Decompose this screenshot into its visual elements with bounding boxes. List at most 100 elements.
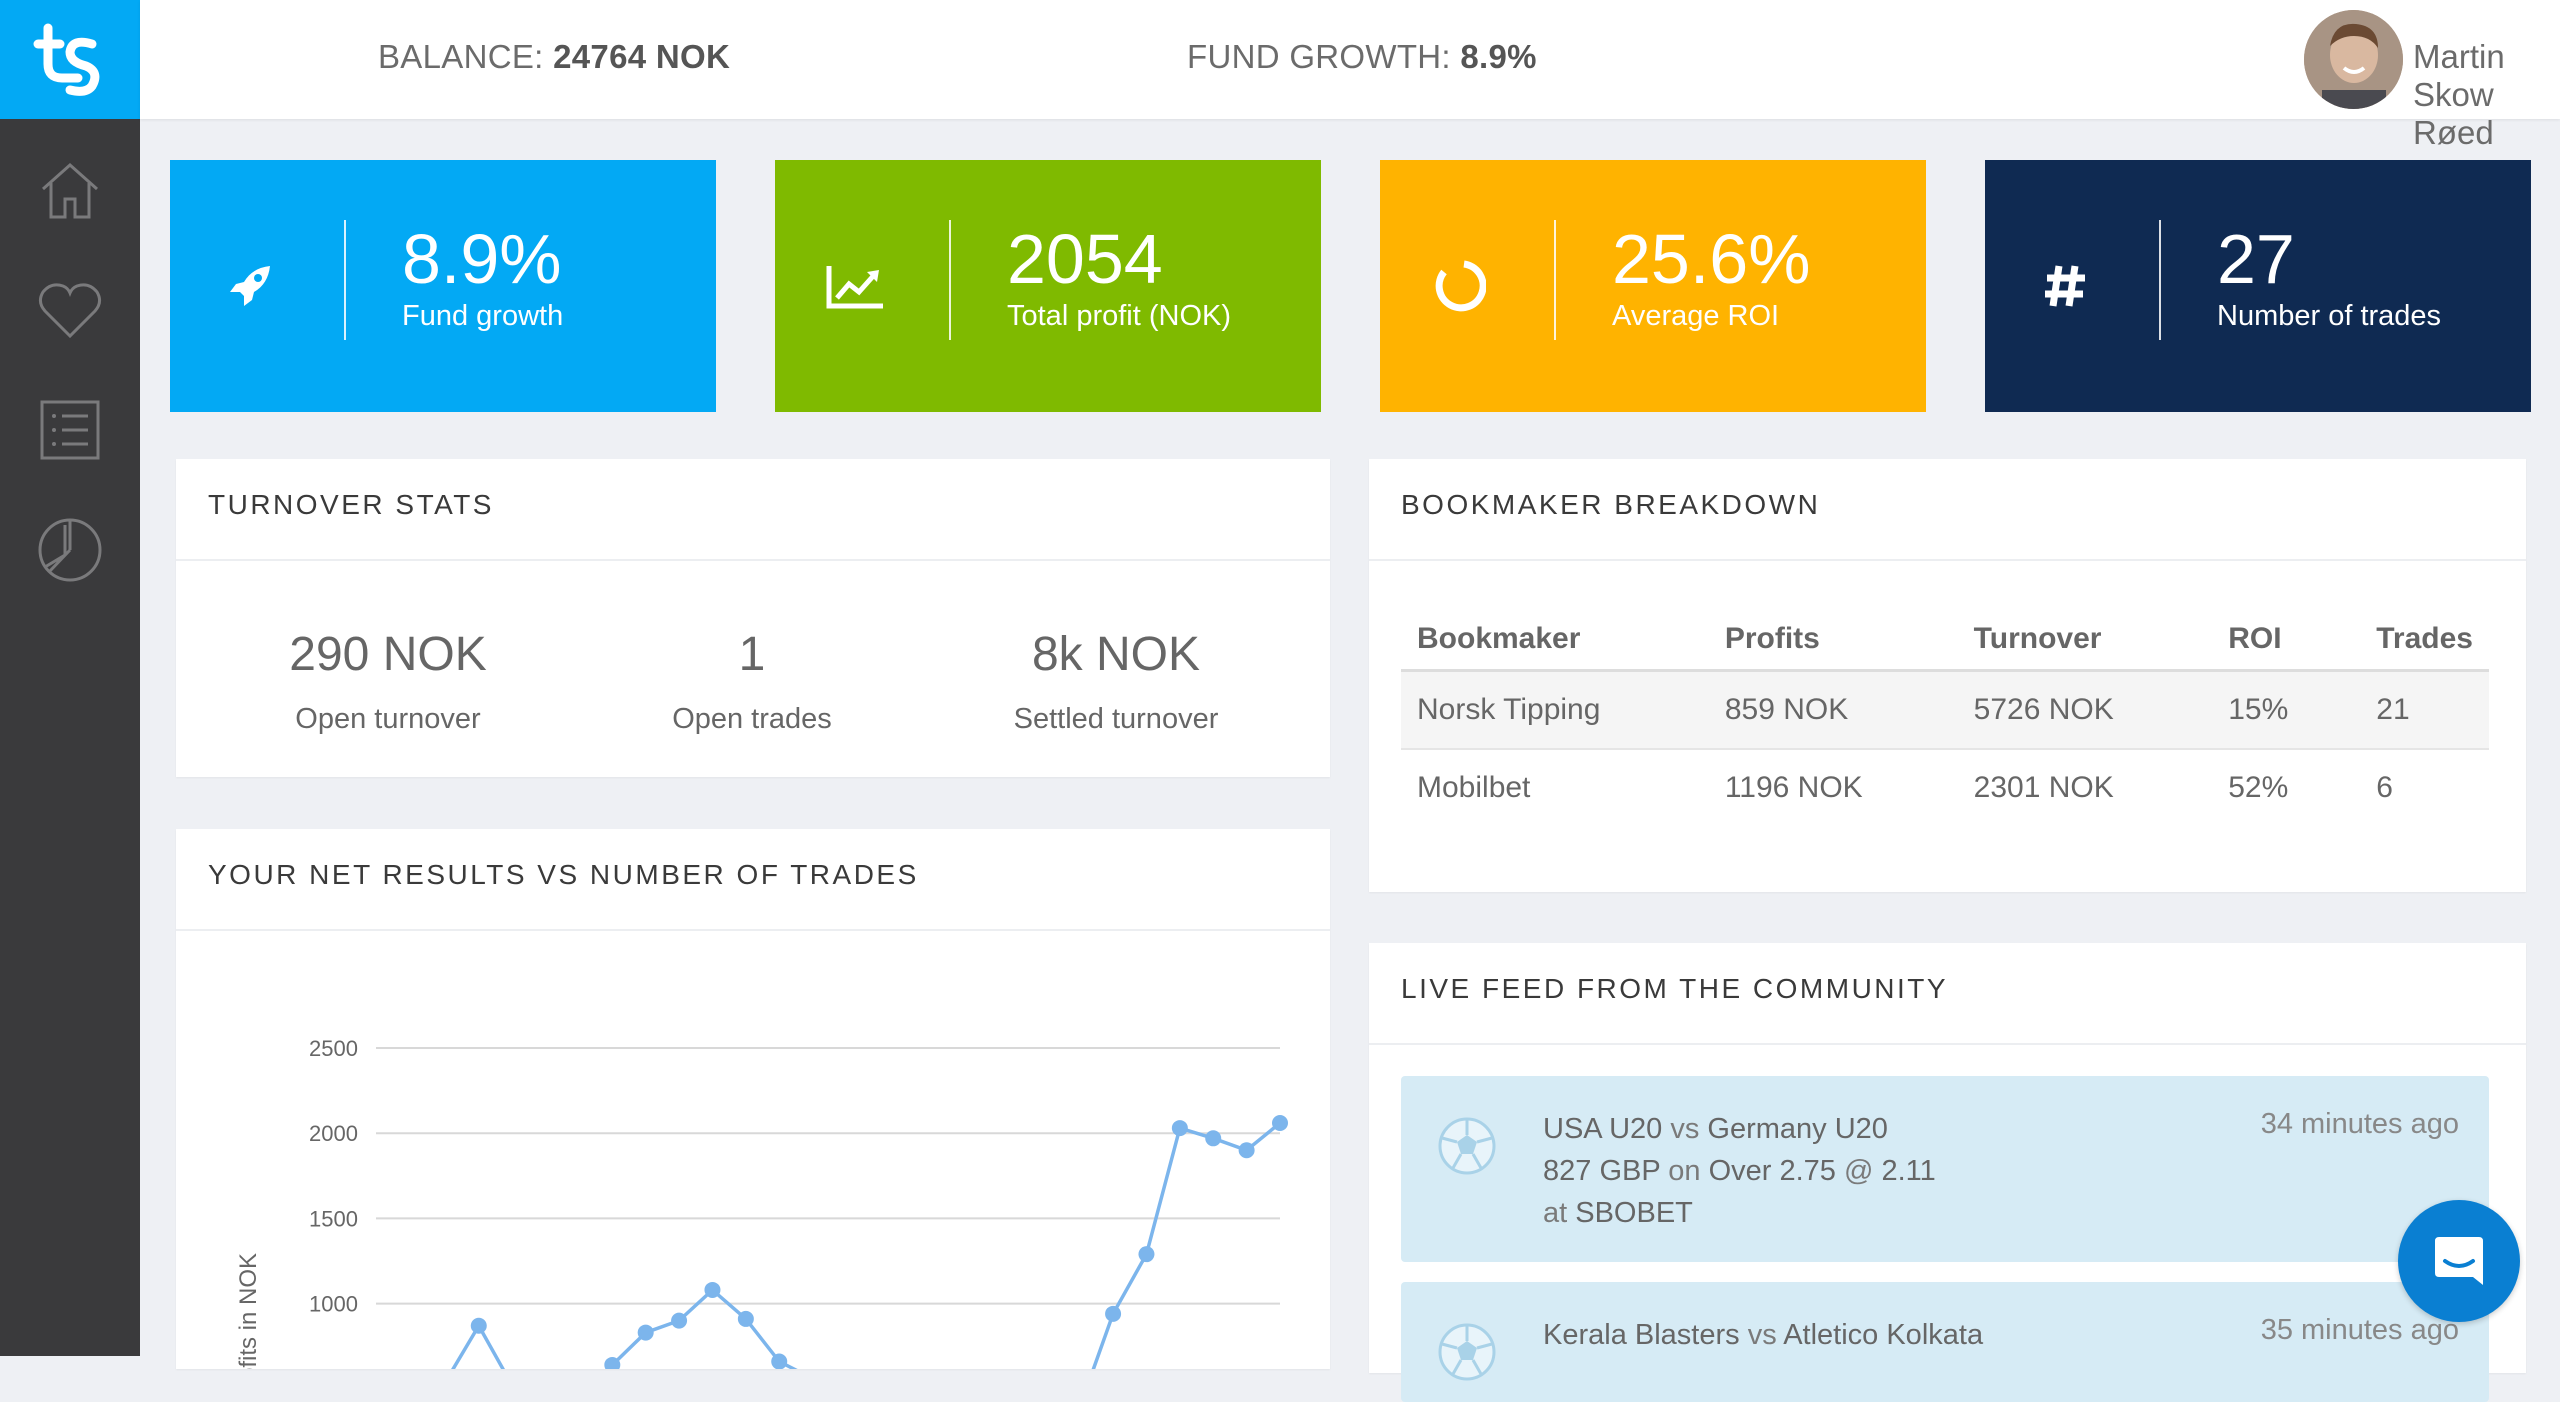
- net-results-panel: YOUR NET RESULTS VS NUMBER OF TRADES 500…: [176, 829, 1330, 1369]
- tile-value: 27: [2217, 220, 2295, 298]
- cell-turnover: 5726 NOK: [1957, 670, 2213, 750]
- sidebar-item-home[interactable]: [30, 150, 110, 230]
- heart-icon: [38, 283, 102, 339]
- tile-divider: [344, 220, 346, 340]
- tile-total-profit: 2054 Total profit (NOK): [775, 160, 1321, 412]
- fund-growth-stat: FUND GROWTH: 8.9%: [1187, 38, 1537, 76]
- data-point[interactable]: [1272, 1114, 1288, 1131]
- team-away[interactable]: Atletico Kolkata: [1783, 1319, 1983, 1351]
- column-header-bookmaker[interactable]: Bookmaker: [1401, 609, 1709, 672]
- table-row[interactable]: Mobilbet 1196 NOK 2301 NOK 52% 6: [1401, 749, 2489, 826]
- pie-chart-icon: [38, 518, 102, 582]
- settled-turnover-value: 8k NOK: [1031, 628, 1201, 681]
- tile-divider: [2159, 220, 2161, 340]
- net-results-chart: 5001000150020002500 Profits in NOK: [235, 1036, 1288, 1369]
- data-point[interactable]: [1205, 1130, 1222, 1147]
- soccer-ball-icon: [1438, 1117, 1496, 1175]
- panel-title: LIVE FEED FROM THE COMMUNITY: [1401, 973, 1949, 1004]
- tile-fund-growth: 8.9% Fund growth: [170, 160, 716, 412]
- panel-title: YOUR NET RESULTS VS NUMBER OF TRADES: [208, 859, 919, 890]
- open-trades-label: Open trades: [672, 703, 832, 735]
- table-row[interactable]: Norsk Tipping 859 NOK 5726 NOK 15% 21: [1401, 670, 2489, 750]
- team-home[interactable]: Kerala Blasters: [1543, 1319, 1740, 1351]
- column-header-roi[interactable]: ROI: [2212, 609, 2361, 672]
- table-header-row: Bookmaker Profits Turnover ROI Trades: [1401, 609, 2489, 672]
- vs-text: vs: [1747, 1319, 1777, 1351]
- data-point[interactable]: [470, 1317, 487, 1334]
- cell-bookmaker: Mobilbet: [1417, 771, 1531, 804]
- series-line-0: [451, 1121, 1282, 1369]
- data-point[interactable]: [671, 1312, 688, 1329]
- turnover-stats-panel: TURNOVER STATS 290 NOK Open turnover 1 O…: [176, 459, 1330, 777]
- fund-growth-value: 8.9%: [1460, 38, 1537, 75]
- tile-average-roi: 25.6% Average ROI: [1380, 160, 1926, 412]
- sidebar-item-list[interactable]: [30, 390, 110, 470]
- user-name[interactable]: Martin Skow Røed: [2413, 38, 2560, 152]
- live-feed-panel: LIVE FEED FROM THE COMMUNITY USA U20 vs …: [1369, 943, 2526, 1402]
- feed-item[interactable]: Kerala Blasters vs Atletico Kolkata 35 m…: [1401, 1282, 2489, 1402]
- cell-bookmaker: Norsk Tipping: [1401, 670, 1709, 750]
- trend-chart-icon: [825, 256, 885, 316]
- cell-profits: 1196 NOK: [1724, 771, 1863, 804]
- tile-divider: [949, 220, 951, 340]
- chat-button[interactable]: [2398, 1200, 2520, 1322]
- fund-growth-label: FUND GROWTH:: [1187, 38, 1451, 75]
- column-header-turnover[interactable]: Turnover: [1957, 609, 2213, 672]
- data-point[interactable]: [704, 1281, 721, 1298]
- balance-label: BALANCE:: [378, 38, 544, 75]
- top-header: BALANCE: 24764 NOK FUND GROWTH: 8.9% Mar…: [140, 0, 2560, 151]
- y-axis-label: Profits in NOK: [235, 1253, 262, 1369]
- open-trades-value: 1: [738, 628, 766, 681]
- ring-icon: [1430, 256, 1490, 316]
- panel-divider: [1369, 559, 2526, 561]
- y-tick-label: 1500: [309, 1206, 358, 1231]
- column-header-trades[interactable]: Trades: [2360, 609, 2489, 672]
- feed-text: Kerala Blasters vs Atletico Kolkata: [1543, 1314, 1983, 1356]
- avatar[interactable]: [2304, 10, 2403, 109]
- balance-stat: BALANCE: 24764 NOK: [378, 38, 730, 76]
- cell-turnover: 2301 NOK: [1973, 771, 2114, 804]
- team-home[interactable]: USA U20: [1543, 1113, 1662, 1145]
- at-text: at: [1543, 1197, 1568, 1229]
- feed-item[interactable]: USA U20 vs Germany U20 827 GBP on Over 2…: [1401, 1076, 2489, 1262]
- data-point[interactable]: [1105, 1305, 1122, 1322]
- at-sign: @: [1843, 1155, 1874, 1187]
- tile-value: 2054: [1007, 220, 1163, 298]
- open-turnover-value: 290 NOK: [289, 628, 487, 681]
- vs-text: vs: [1670, 1113, 1700, 1145]
- cell-roi: 15%: [2212, 670, 2361, 750]
- tile-divider: [1554, 220, 1556, 340]
- cell-profits: 859 NOK: [1708, 670, 1958, 750]
- cell-roi: 52%: [2228, 771, 2289, 804]
- logo-icon: [33, 23, 100, 96]
- panel-title: BOOKMAKER BREAKDOWN: [1401, 489, 1821, 520]
- sidebar-item-favorites[interactable]: [30, 270, 110, 350]
- open-turnover-label: Open turnover: [295, 703, 481, 735]
- app-logo[interactable]: [0, 0, 140, 119]
- data-point[interactable]: [737, 1310, 754, 1327]
- feed-timestamp: 34 minutes ago: [2260, 1108, 2459, 1140]
- on-text: on: [1668, 1155, 1701, 1187]
- bookmaker-breakdown-panel: BOOKMAKER BREAKDOWN Bookmaker Profits Tu…: [1369, 459, 2526, 892]
- tile-label: Average ROI: [1612, 300, 1780, 332]
- data-point[interactable]: [1171, 1120, 1188, 1137]
- stake-amount: 827 GBP: [1543, 1155, 1661, 1187]
- column-header-profits[interactable]: Profits: [1708, 609, 1958, 672]
- cell-trades: 6: [2376, 771, 2393, 804]
- user-avatar-icon: [2304, 10, 2403, 109]
- settled-turnover-label: Settled turnover: [1013, 703, 1219, 735]
- list-icon: [40, 400, 100, 460]
- data-point[interactable]: [1238, 1142, 1255, 1159]
- team-away[interactable]: Germany U20: [1707, 1113, 1888, 1145]
- sidebar-item-stats[interactable]: [30, 510, 110, 590]
- panel-divider: [1369, 1043, 2526, 1045]
- rocket-icon: [220, 256, 280, 316]
- cell-trades: 21: [2360, 670, 2489, 750]
- feed-text: USA U20 vs Germany U20 827 GBP on Over 2…: [1543, 1108, 1936, 1234]
- data-point[interactable]: [637, 1324, 654, 1341]
- hashtag-icon: [2035, 256, 2095, 316]
- data-point[interactable]: [1138, 1246, 1155, 1263]
- market-name: Over 2.75: [1708, 1155, 1836, 1187]
- soccer-ball-icon: [1438, 1323, 1496, 1381]
- tile-value: 25.6%: [1612, 220, 1811, 298]
